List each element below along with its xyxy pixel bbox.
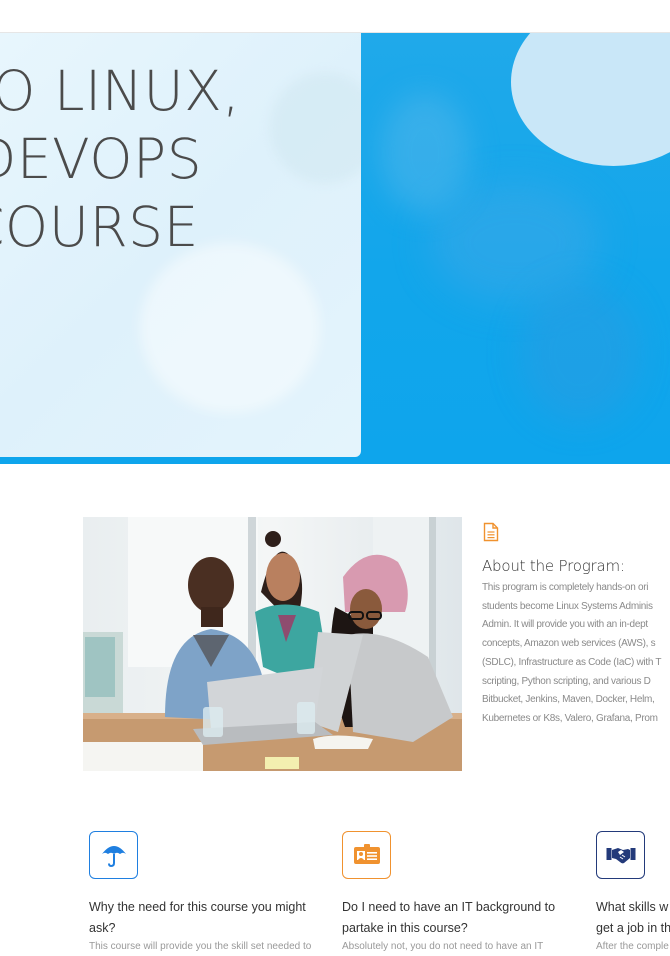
hero-bokeh xyxy=(380,93,470,213)
umbrella-icon xyxy=(101,846,126,868)
hero-title: TO LINUX, DEVOPS COURSE xyxy=(0,57,240,261)
hero-banner: TO LINUX, DEVOPS COURSE xyxy=(0,33,670,464)
hero-title-panel: TO LINUX, DEVOPS COURSE xyxy=(0,33,361,457)
feature-title: Do I need to have an IT background to pa… xyxy=(342,897,582,939)
feature-title: Why the need for this course you might a… xyxy=(89,897,329,939)
feature-icon-box xyxy=(596,831,645,879)
feature-icon-box xyxy=(342,831,391,879)
about-body-line: students become Linux Systems Adminis xyxy=(482,600,653,612)
about-body-line: scripting, Python scripting, and various… xyxy=(482,675,651,687)
about-body: This program is completely hands-on ori … xyxy=(482,579,670,729)
feature-body: After the comple xyxy=(596,941,669,952)
about-title: About the Program: xyxy=(482,557,625,575)
students-laptop-photo xyxy=(83,517,462,771)
feature-title-line: Why the need for this course you might xyxy=(89,900,306,914)
feature-title: What skills w get a job in th xyxy=(596,897,670,939)
feature-why-course: Why the need for this course you might a… xyxy=(89,831,329,952)
hero-title-line: TO LINUX, xyxy=(0,59,241,123)
hero-title-line: DEVOPS xyxy=(0,127,203,191)
about-body-line: Kubernetes or K8s, Valero, Grafana, Prom xyxy=(482,712,658,724)
hero-circle-decoration xyxy=(511,33,670,166)
document-icon xyxy=(483,522,499,542)
feature-title-line: What skills w xyxy=(596,900,669,914)
about-body-line: (SDLC), Infrastructure as Code (IaC) wit… xyxy=(482,656,662,668)
id-card-icon xyxy=(353,844,380,864)
feature-title-line: get a job in th xyxy=(596,921,670,935)
feature-title-line: Do I need to have an IT background to xyxy=(342,900,556,914)
top-navbar xyxy=(0,0,670,33)
feature-title-line: ask? xyxy=(89,921,116,935)
about-body-line: Admin. It will provide you with an in-de… xyxy=(482,619,648,631)
feature-body: Absolutely not, you do not need to have … xyxy=(342,941,544,952)
about-program-section: About the Program: This program is compl… xyxy=(482,522,670,729)
feature-title-line: partake in this course? xyxy=(342,921,468,935)
about-body-line: concepts, Amazon web services (AWS), s xyxy=(482,638,656,650)
hero-background-glass xyxy=(140,243,320,413)
feature-icon-box xyxy=(89,831,138,879)
hero-bokeh xyxy=(520,283,640,423)
about-body-line: Bitbucket, Jenkins, Maven, Docker, Helm, xyxy=(482,694,655,706)
hero-title-line: COURSE xyxy=(0,195,199,259)
about-body-line: This program is completely hands-on ori xyxy=(482,582,649,593)
feature-body: This course will provide you the skill s… xyxy=(89,941,312,952)
hero-background-glass xyxy=(270,73,361,183)
feature-skills: What skills w get a job in th After the … xyxy=(596,831,670,952)
handshake-icon xyxy=(606,848,635,864)
feature-it-background: Do I need to have an IT background to pa… xyxy=(342,831,582,952)
